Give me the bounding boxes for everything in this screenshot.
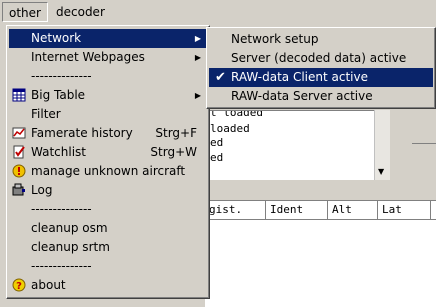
- menu-item-raw-server-active[interactable]: RAW-data Server active: [209, 87, 433, 106]
- menu-item-cleanup-osm[interactable]: cleanup osm: [9, 219, 207, 238]
- table-icon: [12, 88, 26, 102]
- column-header-alt[interactable]: Alt: [328, 201, 378, 220]
- menu-item-label: Internet Webpages: [31, 50, 145, 64]
- menu-separator: --------------: [31, 202, 92, 216]
- menu-item-famerate-history[interactable]: Famerate history Strg+F: [9, 124, 207, 143]
- submenu-arrow-icon: ▶: [194, 53, 201, 62]
- menu-item-label: Server (decoded data) active: [231, 51, 407, 65]
- menu-item-server-active[interactable]: Server (decoded data) active: [209, 49, 433, 68]
- menu-separator: --------------: [31, 259, 92, 273]
- column-header-partial[interactable]: I: [431, 201, 436, 220]
- divider: [412, 143, 436, 144]
- menu-item-raw-client-active[interactable]: ✔ RAW-data Client active: [209, 68, 433, 87]
- menu-item-label: Network setup: [231, 32, 319, 46]
- column-header-ident[interactable]: Ident: [266, 201, 328, 220]
- network-submenu-popup: Network setup Server (decoded data) acti…: [206, 27, 436, 109]
- log-line: t loaded: [210, 110, 263, 119]
- menu-item-label: about: [31, 278, 66, 292]
- menu-item-log[interactable]: Log: [9, 181, 207, 200]
- menu-item-label: Log: [31, 183, 53, 197]
- log-line: ed: [210, 136, 224, 149]
- menu-bar: other decoder: [0, 0, 436, 24]
- log-line: ed: [210, 151, 224, 164]
- watchlist-icon: [13, 145, 25, 159]
- menu-item-label: Big Table: [31, 88, 86, 102]
- submenu-arrow-icon: ▶: [194, 34, 201, 43]
- log-scrollbar[interactable]: ▼: [374, 110, 390, 180]
- svg-text:?: ?: [16, 281, 22, 292]
- column-header-lat[interactable]: Lat: [378, 201, 431, 220]
- famerate-history-icon: [12, 127, 26, 139]
- menu-item-label: cleanup srtm: [31, 240, 110, 254]
- menu-item-label: cleanup osm: [31, 221, 108, 235]
- menu-other[interactable]: other: [2, 2, 48, 22]
- checkmark-icon: ✔: [215, 70, 226, 85]
- menu-item-label: Famerate history: [31, 126, 133, 140]
- menu-item-label: RAW-data Server active: [231, 89, 373, 103]
- submenu-arrow-icon: ▶: [194, 91, 201, 100]
- menu-decoder[interactable]: decoder: [50, 2, 111, 22]
- menu-item-big-table[interactable]: Big Table ▶: [9, 86, 207, 105]
- menu-item-manage-unknown-aircraft[interactable]: manage unknown aircraft: [9, 162, 207, 181]
- other-menu-popup: Network ▶ Internet Webpages ▶ ----------…: [6, 25, 210, 299]
- menu-item-label: Network: [31, 31, 82, 45]
- menu-item-watchlist[interactable]: Watchlist Strg+W: [9, 143, 207, 162]
- scroll-down-arrow-icon[interactable]: ▼: [378, 168, 384, 176]
- menu-item-label: RAW-data Client active: [231, 70, 368, 84]
- warning-icon: [12, 164, 26, 178]
- menu-item-about[interactable]: ? about: [9, 276, 207, 295]
- help-icon: ?: [12, 278, 26, 292]
- menu-item-filter[interactable]: Filter: [9, 105, 207, 124]
- menu-item-internet-webpages[interactable]: Internet Webpages ▶: [9, 48, 207, 67]
- log-panel: t loaded loaded ed ed: [205, 110, 374, 180]
- menu-item-shortcut: Strg+W: [150, 145, 197, 159]
- menu-item-network-setup[interactable]: Network setup: [209, 30, 433, 49]
- menu-item-label: Watchlist: [31, 145, 86, 159]
- menu-separator: --------------: [31, 69, 92, 83]
- menu-item-cleanup-srtm[interactable]: cleanup srtm: [9, 238, 207, 257]
- column-header-registration[interactable]: gist.: [205, 201, 266, 220]
- log-line: loaded: [210, 122, 250, 135]
- aircraft-table: gist. Ident Alt Lat I: [205, 200, 436, 307]
- menu-item-shortcut: Strg+F: [155, 126, 197, 140]
- menu-item-network[interactable]: Network ▶: [9, 29, 207, 48]
- menu-item-label: Filter: [31, 107, 61, 121]
- log-icon: [12, 183, 25, 196]
- menu-item-label: manage unknown aircraft: [31, 164, 186, 178]
